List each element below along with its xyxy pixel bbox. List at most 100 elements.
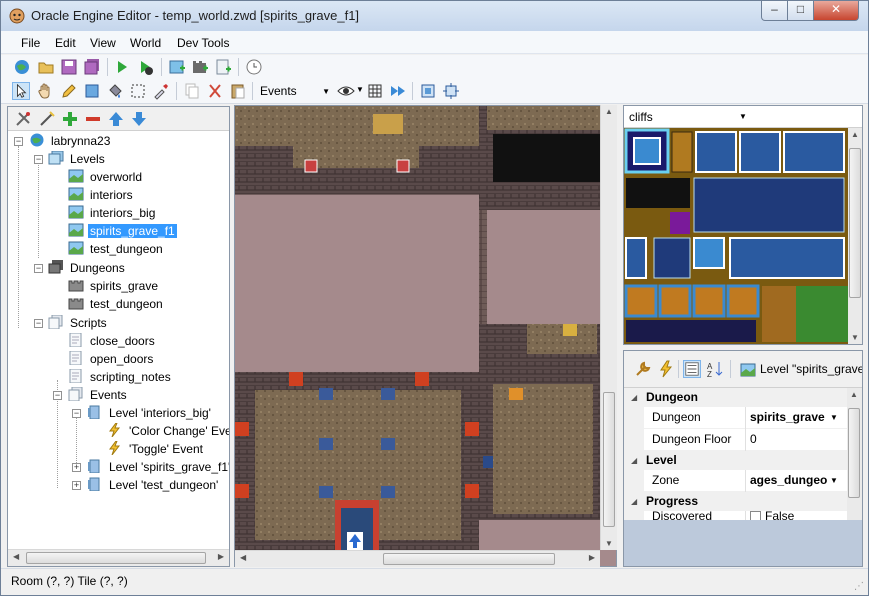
expander-event-group[interactable]: + [72,481,81,490]
tree-item-level[interactable]: test_dungeon [68,241,165,258]
level-map-canvas[interactable] [234,105,617,567]
scroll-up-icon[interactable]: ▲ [605,107,613,116]
menu-world[interactable]: World [130,36,161,50]
sort-alphabetical-icon[interactable]: AZ [706,360,724,378]
menu-file[interactable]: File [21,36,40,50]
add-level-icon[interactable] [168,58,186,76]
expander-levels[interactable]: − [34,155,43,164]
add-icon[interactable] [61,110,79,128]
tree-item-root[interactable]: labrynna23 [29,133,112,150]
maximize-button[interactable]: □ [787,1,814,21]
tree-item-event[interactable]: 'Toggle' Event [107,441,205,458]
map-vertical-scrollbar[interactable]: ▲ ▼ [600,105,617,550]
scrollbar-thumb[interactable] [26,552,206,564]
move-up-icon[interactable] [107,110,125,128]
scrollbar-thumb[interactable] [383,553,555,565]
tileset-select[interactable]: cliffs ▼ [624,106,862,128]
categorized-view-icon[interactable] [683,360,701,378]
property-row-zone[interactable]: Zone ages_dungeo ▼ [624,470,847,492]
paste-icon[interactable] [229,82,247,100]
tree-item-event-group[interactable]: Level 'spirits_grave_f1' [87,459,229,476]
fast-forward-icon[interactable] [389,82,407,100]
pencil-tool-icon[interactable] [60,82,78,100]
wrench-icon[interactable] [634,360,652,378]
expander-events[interactable]: − [53,391,62,400]
eyedropper-tool-icon[interactable] [152,82,170,100]
zoom-fit-icon[interactable] [442,82,460,100]
tree-item-events[interactable]: Events [68,387,129,404]
tree-item-event-group[interactable]: Level 'test_dungeon' [87,477,220,494]
add-script-icon[interactable] [214,58,232,76]
minimize-button[interactable]: – [761,1,788,21]
pointer-tool-icon[interactable] [12,82,30,100]
select-tool-icon[interactable] [129,82,147,100]
tree-item-event-group[interactable]: Level 'interiors_big' [87,405,213,422]
scroll-left-icon[interactable]: ◀ [240,553,246,562]
tree-item-level[interactable]: interiors [68,187,135,204]
grid-toggle-icon[interactable] [366,82,384,100]
tileset-grid[interactable] [624,128,848,344]
property-row-dungeon-floor[interactable]: Dungeon Floor 0 [624,429,847,451]
tree-item-levels[interactable]: Levels [48,151,107,168]
tree-item-level-selected[interactable]: spirits_grave_f1 [68,223,177,240]
lightning-icon[interactable] [657,360,675,378]
rectangle-tool-icon[interactable] [83,82,101,100]
expander-root[interactable]: − [14,137,23,146]
tree-item-script[interactable]: scripting_notes [68,369,173,386]
tree-item-script[interactable]: close_doors [68,333,157,350]
save-all-icon[interactable] [83,58,101,76]
scrollbar-thumb[interactable] [848,408,860,498]
tree-item-dungeon[interactable]: spirits_grave [68,278,160,295]
tree-item-scripts[interactable]: Scripts [48,315,109,332]
chevron-down-icon[interactable]: ▼ [830,407,838,428]
close-button[interactable]: ✕ [813,1,859,21]
expander-dungeons[interactable]: − [34,264,43,273]
scrollbar-thumb[interactable] [849,148,861,298]
menu-view[interactable]: View [90,36,116,50]
property-value[interactable]: 0 [747,429,847,450]
fill-tool-icon[interactable] [106,82,124,100]
map-horizontal-scrollbar[interactable]: ◀ ▶ [235,550,600,567]
category-level[interactable]: ◢ Level [624,451,847,470]
hand-tool-icon[interactable] [36,82,54,100]
menu-dev-tools[interactable]: Dev Tools [177,36,229,50]
tree-item-level[interactable]: interiors_big [68,205,157,222]
tree-item-dungeons[interactable]: Dungeons [48,260,127,277]
clock-icon[interactable] [245,58,263,76]
scroll-up-icon[interactable]: ▲ [850,390,858,399]
play-icon[interactable] [113,58,131,76]
scroll-down-icon[interactable]: ▼ [605,539,613,548]
open-icon[interactable] [37,58,55,76]
expander-event-group[interactable]: + [72,463,81,472]
save-icon[interactable] [60,58,78,76]
layer-select[interactable]: Events ▼ [257,82,333,101]
scroll-right-icon[interactable]: ▶ [589,553,595,562]
menu-edit[interactable]: Edit [55,36,76,50]
copy-icon[interactable] [183,82,201,100]
tree-horizontal-scrollbar[interactable]: ◀ ▶ [8,549,229,566]
scroll-down-icon[interactable]: ▼ [851,333,859,342]
expander-event-group[interactable]: − [72,409,81,418]
scroll-up-icon[interactable]: ▲ [851,130,859,139]
chevron-down-icon[interactable]: ▼ [830,470,838,491]
tree-item-level[interactable]: overworld [68,169,144,186]
cut-icon[interactable] [206,82,224,100]
add-dungeon-icon[interactable] [191,58,209,76]
resize-grip-icon[interactable]: ⋰ [854,581,864,592]
tree-item-event[interactable]: 'Color Change' Eve [107,423,229,440]
property-row-dungeon[interactable]: Dungeon spirits_grave ▼ [624,407,847,429]
tree-item-dungeon[interactable]: test_dungeon [68,296,165,313]
wand-icon[interactable] [38,110,56,128]
category-progress[interactable]: ◢ Progress [624,492,847,511]
scrollbar-thumb[interactable] [603,392,615,527]
remove-icon[interactable] [84,110,102,128]
eye-visibility-icon[interactable] [337,82,355,100]
visibility-dropdown-arrow[interactable]: ▼ [356,85,364,94]
tools-icon[interactable] [14,110,32,128]
new-world-icon[interactable] [13,58,31,76]
tileset-vertical-scrollbar[interactable]: ▲ ▼ [848,128,862,344]
move-down-icon[interactable] [130,110,148,128]
scroll-right-icon[interactable]: ▶ [218,552,224,561]
tree-item-script[interactable]: open_doors [68,351,155,368]
category-dungeon[interactable]: ◢ Dungeon [624,388,847,407]
